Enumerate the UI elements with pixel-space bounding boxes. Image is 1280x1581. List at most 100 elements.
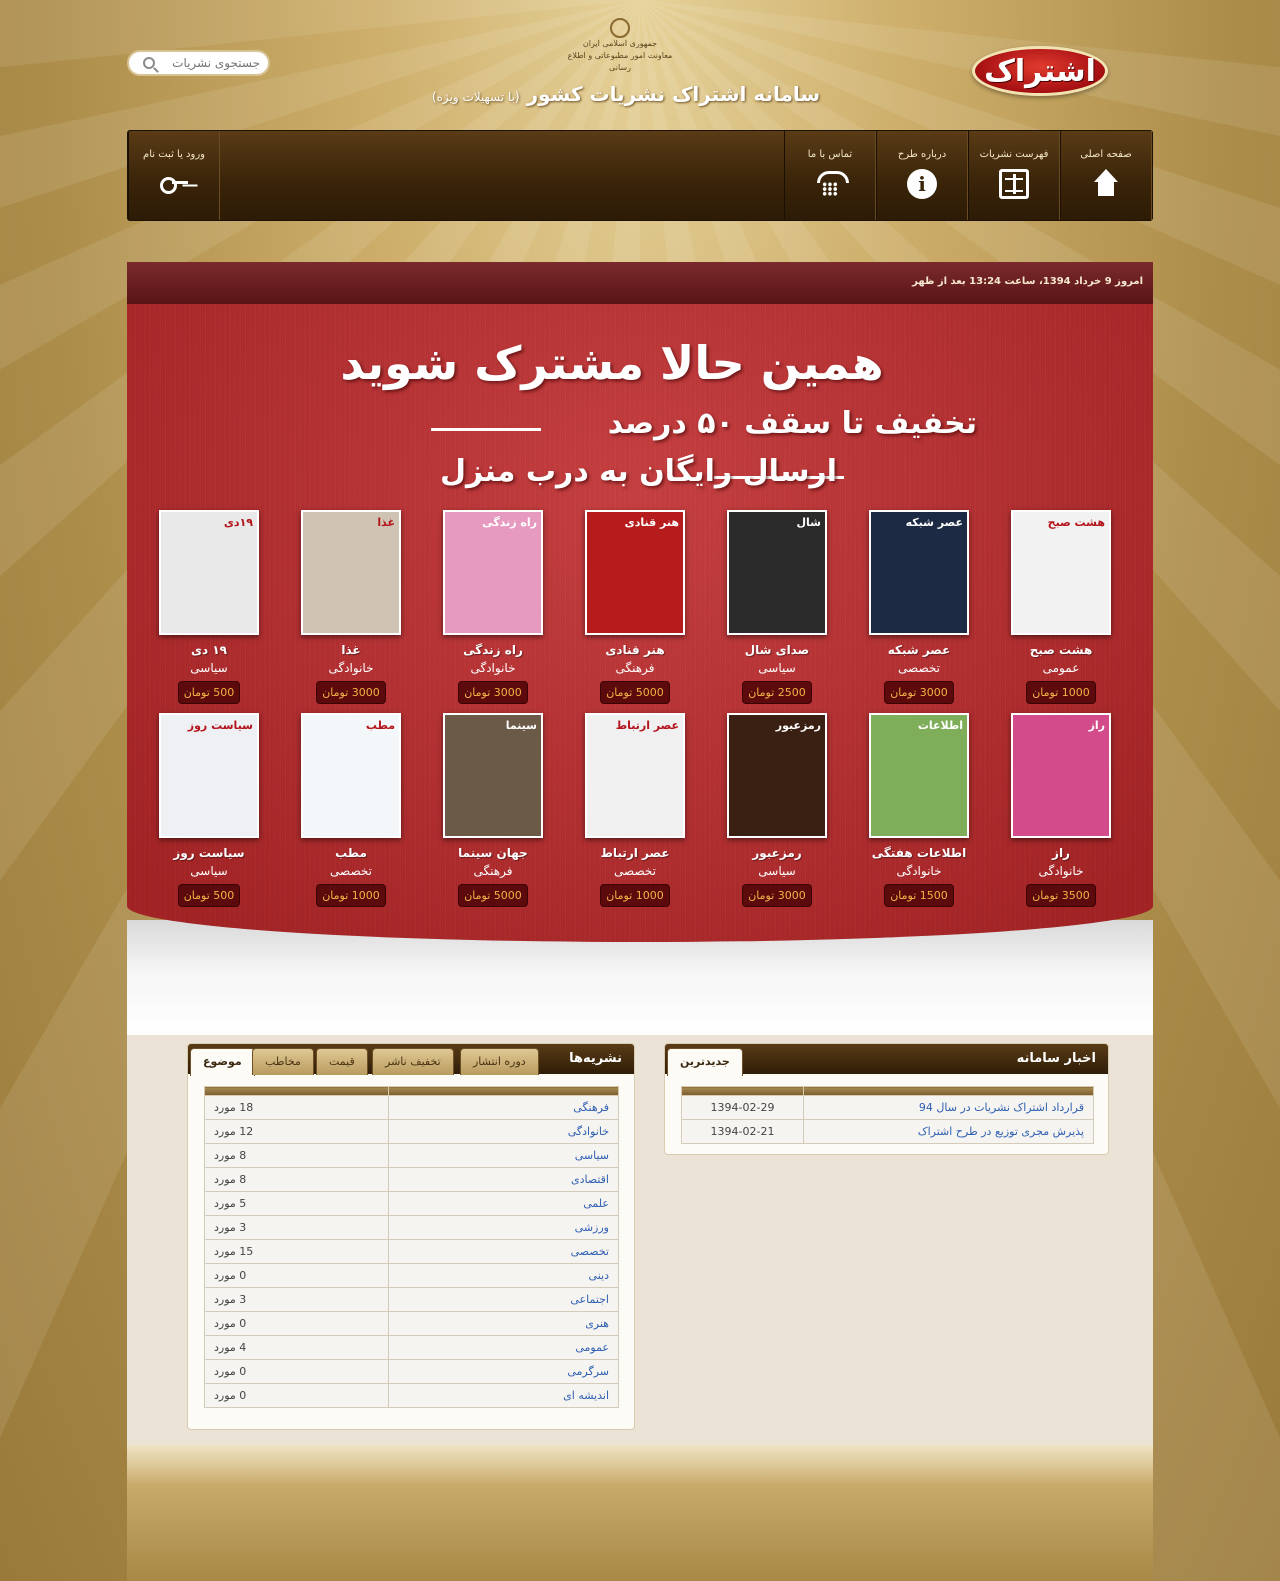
subject-link[interactable]: دینی <box>388 1263 619 1288</box>
magazine-name[interactable]: سیاست روز <box>154 846 264 860</box>
magazine-card[interactable]: اطلاعات اطلاعات هفتگی خانوادگی 1500 تومان <box>864 713 974 907</box>
magazine-row: راز راز خانوادگی 3500 تومان اطلاعات اطلاعات ه… <box>127 713 1153 913</box>
subject-link[interactable]: خانوادگی <box>388 1119 619 1144</box>
tab-price[interactable]: قیمت <box>316 1048 368 1075</box>
magazine-name[interactable]: هشت صبح <box>1006 643 1116 657</box>
table-header-cell <box>803 1086 1094 1096</box>
nav-item-catalog[interactable]: فهرست نشریات <box>968 131 1060 220</box>
magazine-card[interactable]: عصر ارتباط عصر ارتباط تخصصی 1000 تومان <box>580 713 690 907</box>
promo-discount: تخفیف تا سقف ۵۰ درصد <box>607 406 977 441</box>
subject-link[interactable]: تخصصی <box>388 1239 619 1264</box>
magazine-name[interactable]: صدای شال <box>722 643 832 657</box>
subject-link[interactable]: ورزشی <box>388 1215 619 1240</box>
nav-item-contact[interactable]: تماس با ما <box>784 131 876 220</box>
tab-subject[interactable]: موضوع <box>190 1048 255 1076</box>
magazine-category: سیاسی <box>758 661 796 675</box>
search-box[interactable] <box>127 50 270 76</box>
subject-count: 5 مورد <box>204 1191 389 1216</box>
subject-link[interactable]: سیاسی <box>388 1143 619 1168</box>
magazine-cover[interactable]: راه زندگی <box>443 510 543 635</box>
magazine-name[interactable]: راز <box>1006 846 1116 860</box>
magazine-name[interactable]: جهان سینما <box>438 846 548 860</box>
tab-publisher-discount[interactable]: تخفیف ناشر <box>372 1048 454 1075</box>
subject-link[interactable]: اندیشه ای <box>388 1383 619 1408</box>
news-table-body: قرارداد اشتراک نشریات در سال 94 1394-02-2… <box>681 1095 1094 1144</box>
nav-label: ورود یا ثبت نام <box>143 149 205 160</box>
magazine-card[interactable]: هشت صبح هشت صبح عمومی 1000 تومان <box>1006 510 1116 704</box>
subject-count: 0 مورد <box>204 1383 389 1408</box>
magazine-name[interactable]: عصر شبکه <box>864 643 974 657</box>
magazine-card[interactable]: راز راز خانوادگی 3500 تومان <box>1006 713 1116 907</box>
magazine-cover[interactable]: غذا <box>301 510 401 635</box>
magazine-price: 500 تومان <box>177 681 241 704</box>
magazine-name[interactable]: راه زندگی <box>438 643 548 657</box>
magazine-card[interactable]: غذا غذا خانوادگی 3000 تومان <box>296 510 406 704</box>
site-logo[interactable]: اشتراک <box>972 46 1108 96</box>
subject-link[interactable]: علمی <box>388 1191 619 1216</box>
magazine-card[interactable]: راه زندگی راه زندگی خانوادگی 3000 تومان <box>438 510 548 704</box>
magazine-card[interactable]: مطب مطب تخصصی 1000 تومان <box>296 713 406 907</box>
site-title: سامانه اشتراک نشریات کشور (با تسهیلات وی… <box>426 82 826 106</box>
subject-count: 4 مورد <box>204 1335 389 1360</box>
news-link[interactable]: قرارداد اشتراک نشریات در سال 94 <box>803 1095 1094 1120</box>
publications-title: نشریه‌ها <box>569 1051 622 1066</box>
magazine-card[interactable]: عصر شبکه عصر شبکه تخصصی 3000 تومان <box>864 510 974 704</box>
magazine-card[interactable]: ۱۹دی ۱۹ دی سیاسی 500 تومان <box>154 510 264 704</box>
nav-item-login[interactable]: ورود یا ثبت نام <box>128 131 220 220</box>
subject-link[interactable]: اجتماعی <box>388 1287 619 1312</box>
magazine-cover[interactable]: سینما <box>443 713 543 838</box>
magazine-price: 5000 تومان <box>600 681 670 704</box>
magazine-cover[interactable]: سیاست روز <box>159 713 259 838</box>
magazine-card[interactable]: رمزعبور رمزعبور سیاسی 3000 تومان <box>722 713 832 907</box>
table-row: فرهنگی 18 مورد <box>204 1095 619 1120</box>
nav-item-about[interactable]: درباره طرح i <box>876 131 968 220</box>
magazine-card[interactable]: سیاست روز سیاست روز سیاسی 500 تومان <box>154 713 264 907</box>
magazine-name[interactable]: اطلاعات هفتگی <box>864 846 974 860</box>
magazine-cover[interactable]: اطلاعات <box>869 713 969 838</box>
magazine-name[interactable]: هنر قنادی <box>580 643 690 657</box>
news-link[interactable]: پذیرش مجری توزیع در طرح اشتراک <box>803 1119 1094 1144</box>
promo-banner: همین حالا مشترک شوید تخفیف تا سقف ۵۰ درص… <box>127 304 1153 942</box>
tab-audience[interactable]: مخاطب <box>252 1048 314 1075</box>
magazine-price: 2500 تومان <box>742 681 812 704</box>
magazine-card[interactable]: هنر قنادی هنر قنادی فرهنگی 5000 تومان <box>580 510 690 704</box>
magazine-cover[interactable]: هنر قنادی <box>585 510 685 635</box>
magazine-cover[interactable]: عصر ارتباط <box>585 713 685 838</box>
subject-link[interactable]: هنری <box>388 1311 619 1336</box>
tab-publication-period[interactable]: دوره انتشار <box>460 1048 539 1075</box>
magazine-cover[interactable]: هشت صبح <box>1011 510 1111 635</box>
magazine-name[interactable]: غذا <box>296 643 406 657</box>
magazine-category: خانوادگی <box>896 864 942 878</box>
magazine-name[interactable]: ۱۹ دی <box>154 643 264 657</box>
magazine-card[interactable]: شال صدای شال سیاسی 2500 تومان <box>722 510 832 704</box>
news-date: 1394-02-29 <box>681 1095 804 1120</box>
search-icon[interactable] <box>143 57 155 69</box>
subject-count: 8 مورد <box>204 1167 389 1192</box>
magazine-cover[interactable]: عصر شبکه <box>869 510 969 635</box>
magazine-cover[interactable]: ۱۹دی <box>159 510 259 635</box>
magazine-name[interactable]: مطب <box>296 846 406 860</box>
search-input[interactable] <box>155 56 260 70</box>
magazine-name[interactable]: عصر ارتباط <box>580 846 690 860</box>
subject-link[interactable]: عمومی <box>388 1335 619 1360</box>
subject-link[interactable]: سرگرمی <box>388 1359 619 1384</box>
magazine-cover[interactable]: راز <box>1011 713 1111 838</box>
magazine-name[interactable]: رمزعبور <box>722 846 832 860</box>
magazine-masthead: غذا <box>377 516 395 529</box>
magazine-card[interactable]: سینما جهان سینما فرهنگی 5000 تومان <box>438 713 548 907</box>
magazine-masthead: رمزعبور <box>775 719 821 732</box>
magazine-masthead: هنر قنادی <box>624 516 679 529</box>
subject-link[interactable]: اقتصادی <box>388 1167 619 1192</box>
magazine-cover[interactable]: شال <box>727 510 827 635</box>
magazine-price: 3000 تومان <box>458 681 528 704</box>
magazine-category: تخصصی <box>614 864 656 878</box>
magazine-category: سیاسی <box>190 661 228 675</box>
nav-item-home[interactable]: صفحه اصلی <box>1060 131 1152 220</box>
logo-text: اشتراک <box>984 53 1097 89</box>
magazine-cover[interactable]: رمزعبور <box>727 713 827 838</box>
table-row: اقتصادی 8 مورد <box>204 1167 619 1192</box>
tab-latest[interactable]: جدیدترین <box>667 1048 743 1076</box>
news-date: 1394-02-21 <box>681 1119 804 1144</box>
subject-link[interactable]: فرهنگی <box>388 1095 619 1120</box>
magazine-cover[interactable]: مطب <box>301 713 401 838</box>
